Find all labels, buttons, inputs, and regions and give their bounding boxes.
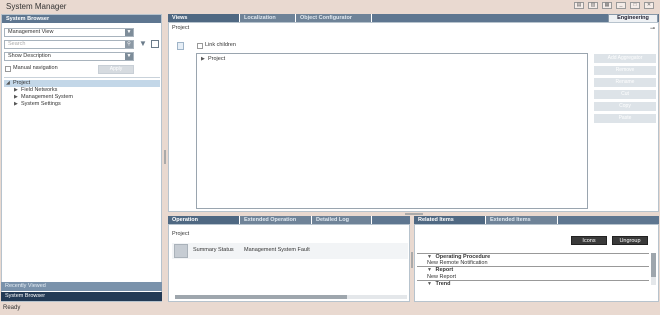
chevron-down-icon: ▼ [125,53,133,60]
search-placeholder: Search [8,41,26,47]
views-project-label: Project [172,25,190,31]
group-title: Trend [435,281,451,287]
summary-status-row[interactable]: Summary Status Management System Fault [172,243,408,259]
view-tree-box: ▶ Project [196,53,588,209]
ungroup-button[interactable]: Ungroup [612,236,648,245]
tab-views[interactable]: Views [168,14,240,22]
group-title: Report [435,267,454,273]
description-select[interactable]: Show Description ▼ [4,52,134,61]
pin-icon[interactable]: ⊸ [650,26,655,32]
search-icon[interactable]: ⚲ [125,41,133,48]
cut-button[interactable]: Cut [594,90,656,99]
system-browser-footer[interactable]: System Browser [1,292,162,301]
tree-item-label: System Settings [21,101,61,107]
operation-project-label: Project [172,231,190,237]
related-scrollbar[interactable] [651,253,656,285]
chevron-down-icon: ▼ [125,29,133,36]
tab-localization[interactable]: Localization [240,14,296,22]
summary-status-label: Summary Status [193,247,234,253]
rename-button[interactable]: Rename [594,78,656,87]
title-bar [0,0,660,13]
tab-extended-items[interactable]: Extended Items [486,216,558,224]
group-report[interactable]: ▼ Report [417,267,649,274]
app-title: System Manager [6,2,67,11]
tree-item-management-system[interactable]: ▶ Management System [4,94,160,101]
view-select-value: Management View [8,29,54,35]
bottom-splitter[interactable] [411,252,413,268]
tree-item-label: Management System [21,94,73,100]
tree-item-field-networks[interactable]: ▶ Field Networks [4,87,160,94]
related-tabs: Related Items Extended Items [414,216,659,224]
link-children-label: Link children [205,42,236,48]
view-icon[interactable] [177,42,184,50]
related-panel: Icons Ungroup ▼ Operating Procedure New … [414,224,659,302]
operation-panel: Project Summary Status Management System… [168,224,410,302]
tab-related-items[interactable]: Related Items [414,216,486,224]
view-select[interactable]: Management View ▼ [4,28,134,37]
system-browser-header: System Browser [2,15,161,23]
layout-3-icon[interactable]: ▦ [602,2,612,9]
layout-2-icon[interactable]: ▥ [588,2,598,9]
system-browser-panel: System Browser Management View ▼ Search … [1,14,162,302]
horizontal-splitter[interactable] [405,213,423,215]
tab-extended-operation[interactable]: Extended Operation [240,216,312,224]
caret-down-icon[interactable]: ◢ [6,80,13,87]
list-item[interactable]: New Report [417,274,649,281]
tree-item-label: Field Networks [21,87,58,93]
operation-tabs: Operation Extended Operation Detailed Lo… [168,216,410,224]
summary-status-icon [174,244,188,258]
caret-right-icon[interactable]: ▶ [14,101,21,108]
search-input[interactable]: Search ⚲ [4,40,134,49]
copy-button[interactable]: Copy [594,102,656,111]
status-text: Ready [3,305,21,311]
view-tree-item-label: Project [208,56,226,62]
related-scrollbar-thumb[interactable] [651,253,656,277]
browser-divider [4,77,160,78]
tree-item-system-settings[interactable]: ▶ System Settings [4,101,160,108]
caret-right-icon[interactable]: ▶ [201,56,208,63]
apply-button[interactable]: Apply [98,65,134,74]
vertical-splitter[interactable] [164,150,166,164]
tree-item-project[interactable]: ◢ Project [4,80,160,87]
view-tree-item-project[interactable]: ▶ Project [201,56,225,63]
tree-layout-icon[interactable] [151,40,159,48]
operation-scrollbar-thumb[interactable] [175,295,347,299]
operation-scrollbar[interactable] [175,295,407,299]
paste-button[interactable]: Paste [594,114,656,123]
caret-down-icon[interactable]: ▼ [427,267,434,274]
browser-tree: ◢ Project ▶ Field Networks ▶ Management Sys… [4,80,160,108]
add-aggregator-button[interactable]: Add Aggregator [594,54,656,63]
caret-right-icon[interactable]: ▶ [14,94,21,101]
tree-item-label: Project [13,80,31,86]
manual-navigation-label: Manual navigation [13,65,58,71]
link-children-checkbox[interactable] [197,43,203,49]
list-item[interactable]: New Remote Notification [417,260,649,267]
tab-object-configurator[interactable]: Object Configurator [296,14,372,22]
minimize-icon[interactable]: _ [616,2,626,9]
recently-viewed-bar[interactable]: Recently Viewed [1,282,162,291]
window-controls: ▤ ▥ ▦ _ □ ✕ [574,2,654,9]
summary-status-value: Management System Fault [244,247,310,253]
maximize-icon[interactable]: □ [630,2,640,9]
remove-button[interactable]: Remove [594,66,656,75]
group-trend[interactable]: ▼ Trend [417,281,649,287]
tab-detailed-log[interactable]: Detailed Log [312,216,372,224]
caret-right-icon[interactable]: ▶ [14,87,21,94]
icons-button[interactable]: Icons [571,236,607,245]
caret-down-icon[interactable]: ▼ [427,281,434,287]
description-select-value: Show Description [8,53,51,59]
related-list: ▼ Operating Procedure New Remote Notific… [417,253,649,287]
views-panel: Project ⊸ Link children ▶ Project Add Agg… [168,22,659,212]
close-icon[interactable]: ✕ [644,2,654,9]
manual-navigation-checkbox[interactable] [5,66,11,72]
filter-icon[interactable]: ▼ [139,40,147,48]
tab-operation[interactable]: Operation [168,216,240,224]
main-tabs: Views Localization Object Configurator [168,14,659,22]
group-operating-procedure[interactable]: ▼ Operating Procedure [417,253,649,260]
layout-icon[interactable]: ▤ [574,2,584,9]
